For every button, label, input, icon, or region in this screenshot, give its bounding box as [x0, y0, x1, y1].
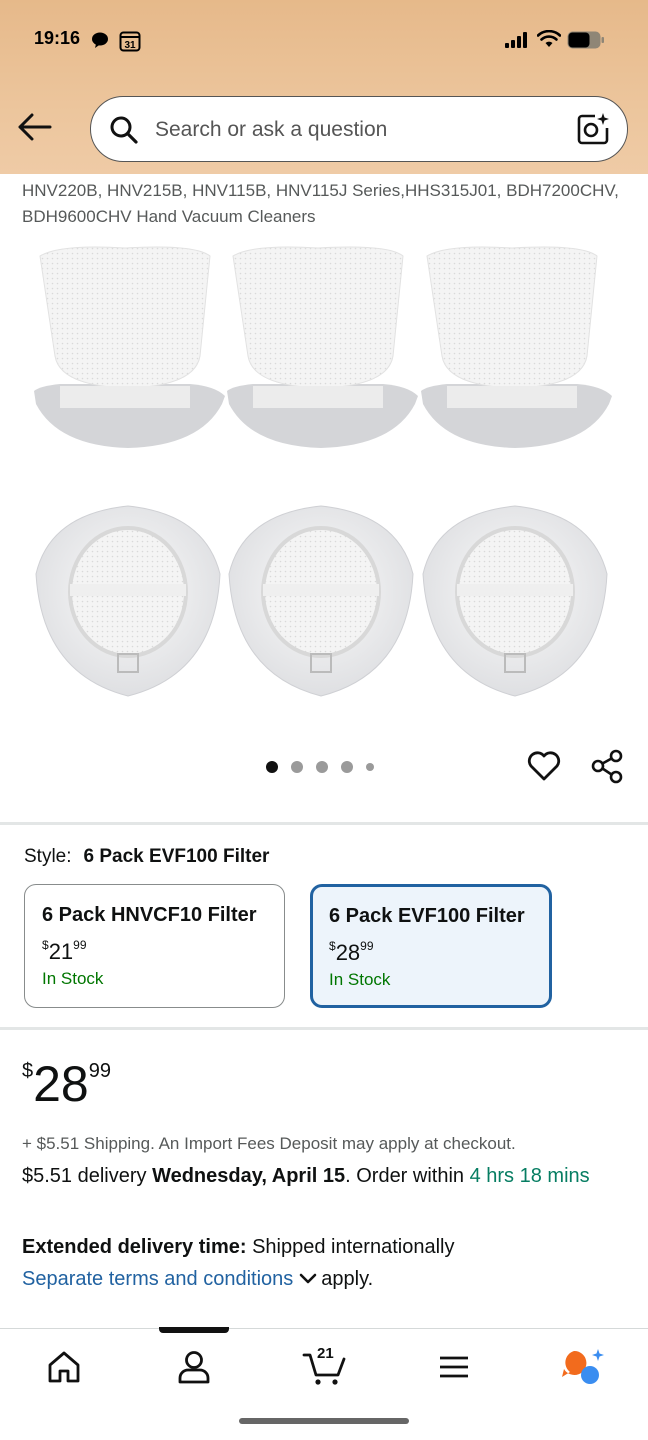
style-option-evf100-selected[interactable]: 6 Pack EVF100 Filter $2899 In Stock	[310, 884, 552, 1008]
price-whole: 28	[33, 1056, 89, 1112]
price-currency: $	[22, 1060, 34, 1082]
wishlist-heart-icon[interactable]	[526, 748, 562, 789]
search-bar[interactable]: Search or ask a question	[90, 96, 628, 162]
option-price-fraction: 99	[73, 938, 87, 952]
style-option-price: $2199	[42, 938, 87, 965]
status-bar: 19:16 31	[0, 0, 648, 80]
carousel-dot[interactable]	[366, 763, 374, 771]
wifi-icon	[536, 29, 562, 53]
delivery-middle: . Order within	[345, 1165, 470, 1187]
calendar-icon: 31	[119, 30, 141, 57]
product-price: $2899	[22, 1056, 111, 1112]
option-price-whole: 21	[48, 939, 74, 964]
nav-active-indicator	[159, 1327, 229, 1333]
style-selector-label: Style: 6 Pack EVF100 Filter	[24, 846, 269, 868]
filter-top-views	[34, 246, 612, 448]
style-option-name: 6 Pack HNVCF10 Filter	[42, 904, 257, 926]
terms-row: Separate terms and conditions apply.	[22, 1268, 373, 1291]
filter-bottom-views	[35, 505, 608, 697]
home-indicator	[239, 1418, 409, 1424]
back-button[interactable]	[16, 110, 54, 144]
extended-text: Shipped internationally	[246, 1236, 455, 1258]
terms-link[interactable]: Separate terms and conditions	[22, 1268, 293, 1290]
extended-label: Extended delivery time:	[22, 1236, 247, 1258]
style-option-hnvcf10[interactable]: 6 Pack HNVCF10 Filter $2199 In Stock	[24, 884, 285, 1008]
style-selected-value: 6 Pack EVF100 Filter	[83, 846, 270, 867]
battery-icon	[567, 31, 605, 54]
carousel-dot-active[interactable]	[266, 761, 278, 773]
nav-menu-icon[interactable]	[434, 1347, 474, 1387]
product-page: 19:16 31 Search or ask a question HNV220…	[0, 0, 648, 1440]
extended-delivery: Extended delivery time: Shipped internat…	[22, 1236, 454, 1259]
product-image[interactable]	[0, 236, 648, 716]
delivery-estimate: $5.51 delivery Wednesday, April 15. Orde…	[22, 1162, 622, 1190]
price-fraction: 99	[88, 1060, 111, 1082]
status-time: 19:16	[34, 28, 81, 48]
image-carousel-dots[interactable]	[266, 760, 374, 774]
search-placeholder: Search or ask a question	[155, 118, 388, 141]
carousel-dot[interactable]	[341, 761, 353, 773]
cart-count-badge: 21	[317, 1345, 334, 1362]
delivery-date: Wednesday, April 15	[152, 1165, 346, 1187]
app-header: 19:16 31 Search or ask a question	[0, 0, 648, 174]
option-currency: $	[329, 939, 336, 953]
delivery-countdown: 4 hrs 18 mins	[469, 1165, 590, 1187]
back-arrow-icon	[18, 113, 52, 141]
share-icon[interactable]	[590, 748, 626, 789]
nav-home-icon[interactable]	[44, 1347, 84, 1387]
nav-account-icon[interactable]	[174, 1347, 214, 1387]
delivery-prefix: $5.51 delivery	[22, 1165, 153, 1187]
style-label: Style:	[24, 846, 72, 867]
carousel-dot[interactable]	[291, 761, 303, 773]
nav-rufus-assistant-icon[interactable]	[560, 1347, 604, 1387]
terms-suffix: apply.	[321, 1268, 374, 1290]
option-currency: $	[42, 938, 49, 952]
product-title: HNV220B, HNV215B, HNV115B, HNV115J Serie…	[22, 181, 619, 226]
style-option-price: $2899	[329, 939, 374, 966]
camera-search-icon[interactable]	[575, 111, 611, 152]
option-price-whole: 28	[335, 940, 361, 965]
search-icon	[109, 115, 139, 150]
shipping-note: + $5.51 Shipping. An Import Fees Deposit…	[22, 1134, 516, 1153]
carousel-dot[interactable]	[316, 761, 328, 773]
style-option-stock: In Stock	[329, 970, 391, 989]
section-divider	[0, 822, 648, 825]
style-option-stock: In Stock	[42, 969, 104, 988]
calendar-day: 31	[124, 40, 136, 51]
option-price-fraction: 99	[360, 939, 374, 953]
signal-icon	[505, 32, 529, 53]
style-option-name: 6 Pack EVF100 Filter	[329, 905, 525, 927]
section-divider	[0, 1027, 648, 1030]
chevron-down-icon[interactable]	[299, 1268, 317, 1291]
chat-bubble-icon	[90, 31, 110, 54]
